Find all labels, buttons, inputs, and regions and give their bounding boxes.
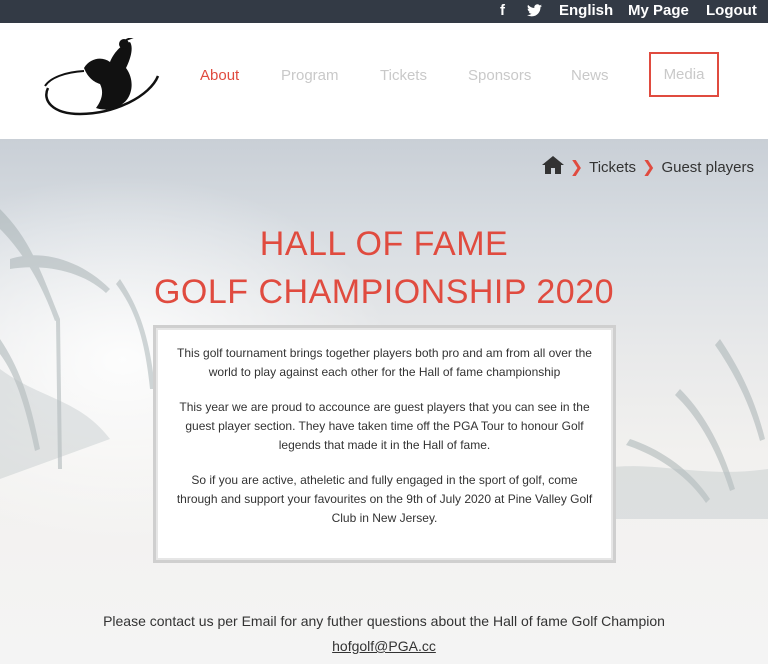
intro-card: This golf tournament brings together pla… (153, 325, 616, 563)
my-page-link[interactable]: My Page (628, 2, 689, 20)
nav-sponsors[interactable]: Sponsors (468, 67, 531, 85)
breadcrumb-tickets[interactable]: Tickets (589, 159, 636, 176)
nav-program[interactable]: Program (281, 67, 339, 85)
intro-paragraph-2: This year we are proud to accounce are g… (179, 400, 590, 452)
intro-paragraph-1: This golf tournament brings together pla… (177, 346, 592, 379)
breadcrumb: ❯ Tickets ❯ Guest players (541, 156, 754, 178)
chevron-right-icon: ❯ (569, 159, 584, 176)
nav-media[interactable]: Media (649, 52, 719, 97)
hero-section: ❯ Tickets ❯ Guest players HALL OF FAME G… (0, 139, 768, 664)
top-bar: f English My Page Logout (0, 0, 768, 23)
nav-tickets[interactable]: Tickets (380, 67, 427, 85)
facebook-icon[interactable]: f (500, 2, 505, 20)
contact-text: Please contact us per Email for any futh… (103, 613, 665, 629)
breadcrumb-current: Guest players (661, 158, 754, 176)
chevron-right-icon: ❯ (642, 159, 656, 176)
email-link[interactable]: hofgolf@PGA.cc (0, 638, 768, 654)
home-icon[interactable] (541, 156, 564, 178)
header: About Program Tickets Sponsors News Medi… (0, 23, 768, 139)
intro-paragraph-3: So if you are active, atheletic and full… (176, 473, 593, 525)
golfer-logo-icon[interactable] (40, 35, 162, 118)
language-link[interactable]: English (559, 2, 613, 20)
nav-about[interactable]: About (200, 67, 239, 85)
page-title-line1: HALL OF FAME (259, 225, 509, 263)
logout-link[interactable]: Logout (706, 2, 757, 20)
twitter-icon[interactable] (527, 4, 542, 22)
nav-news[interactable]: News (571, 67, 609, 85)
page-title-line2: GOLF CHAMPIONSHIP 2020 (153, 273, 615, 311)
